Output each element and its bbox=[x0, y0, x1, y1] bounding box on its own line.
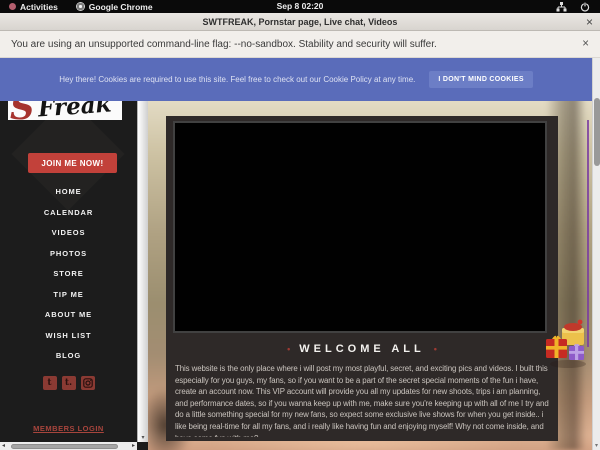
welcome-paragraph: This website is the only place where i w… bbox=[175, 363, 549, 437]
chrome-icon bbox=[76, 2, 85, 11]
sidebar-frame: S Freak JOIN ME NOW! HOME CALENDAR VIDEO… bbox=[0, 58, 148, 450]
sidebar-item-store[interactable]: STORE bbox=[0, 264, 137, 285]
cookie-accept-button[interactable]: I DON'T MIND COOKIES bbox=[429, 71, 532, 88]
scroll-left-icon[interactable]: ◂ bbox=[2, 442, 5, 450]
clock[interactable]: Sep 8 02:20 bbox=[277, 0, 324, 13]
main-frame: • WELCOME ALL • This website is the only… bbox=[148, 58, 592, 450]
infobar-message: You are using an unsupported command-lin… bbox=[11, 39, 437, 50]
recording-indicator-icon bbox=[9, 3, 16, 10]
window-titlebar: SWTFREAK, Pornstar page, Live chat, Vide… bbox=[0, 13, 600, 31]
window-title: SWTFREAK, Pornstar page, Live chat, Vide… bbox=[203, 17, 398, 27]
sidebar-item-blog[interactable]: BLOG bbox=[0, 346, 137, 367]
cookie-message: Hey there! Cookies are required to use t… bbox=[59, 75, 415, 84]
desktop: Activities Google Chrome Sep 8 02:20 bbox=[0, 0, 600, 450]
members-login-link[interactable]: MEMBERS LOGIN bbox=[0, 424, 137, 433]
scrollbar-thumb[interactable] bbox=[594, 98, 600, 166]
instagram-icon[interactable] bbox=[81, 376, 95, 390]
power-icon[interactable] bbox=[580, 2, 590, 12]
system-tray bbox=[556, 2, 600, 12]
cookie-banner: Hey there! Cookies are required to use t… bbox=[0, 58, 592, 101]
gifts-graphic bbox=[544, 318, 590, 370]
scroll-down-icon[interactable]: ▾ bbox=[138, 435, 148, 442]
sidebar-nav: HOME CALENDAR VIDEOS PHOTOS STORE TIP ME… bbox=[0, 182, 137, 367]
gnome-top-bar: Activities Google Chrome Sep 8 02:20 bbox=[0, 0, 600, 13]
scrollbar-thumb[interactable] bbox=[11, 444, 118, 449]
twitter-icon[interactable]: t bbox=[43, 376, 57, 390]
scroll-right-icon[interactable]: ▸ bbox=[132, 442, 135, 450]
activities-button[interactable]: Activities bbox=[0, 0, 67, 13]
chrome-infobar: You are using an unsupported command-lin… bbox=[0, 31, 600, 58]
infobar-close-icon[interactable]: × bbox=[582, 38, 589, 50]
activities-label: Activities bbox=[20, 2, 58, 12]
network-icon[interactable] bbox=[556, 2, 567, 12]
sidebar-item-home[interactable]: HOME bbox=[0, 182, 137, 203]
window-close-icon[interactable]: × bbox=[586, 15, 593, 29]
sidebar-item-about-me[interactable]: ABOUT ME bbox=[0, 305, 137, 326]
side-ribbon-decoration bbox=[587, 120, 589, 347]
heading-dot-right: • bbox=[434, 344, 437, 354]
active-app-menu[interactable]: Google Chrome bbox=[67, 0, 162, 13]
join-me-now-button[interactable]: JOIN ME NOW! bbox=[28, 153, 117, 173]
heading-dot-left: • bbox=[287, 344, 290, 354]
sidebar-item-videos[interactable]: VIDEOS bbox=[0, 223, 137, 244]
welcome-heading: WELCOME ALL bbox=[299, 343, 424, 355]
scroll-down-icon[interactable]: ▾ bbox=[593, 442, 600, 450]
social-links: t t. bbox=[0, 376, 137, 390]
welcome-heading-row: • WELCOME ALL • bbox=[166, 343, 558, 355]
sidebar-item-calendar[interactable]: CALENDAR bbox=[0, 203, 137, 224]
page-vertical-scrollbar[interactable]: ▾ bbox=[592, 58, 600, 450]
content-panel: • WELCOME ALL • This website is the only… bbox=[166, 116, 558, 441]
tumblr-icon[interactable]: t. bbox=[62, 376, 76, 390]
video-player[interactable] bbox=[173, 121, 547, 333]
active-app-label: Google Chrome bbox=[89, 2, 153, 12]
sidebar-item-tip-me[interactable]: TIP ME bbox=[0, 285, 137, 306]
sidebar-horizontal-scrollbar[interactable]: ◂ ▸ bbox=[0, 442, 137, 450]
sidebar-item-wish-list[interactable]: WISH LIST bbox=[0, 326, 137, 347]
sidebar-vertical-scrollbar[interactable]: ▾ bbox=[137, 58, 148, 442]
sidebar-item-photos[interactable]: PHOTOS bbox=[0, 244, 137, 265]
